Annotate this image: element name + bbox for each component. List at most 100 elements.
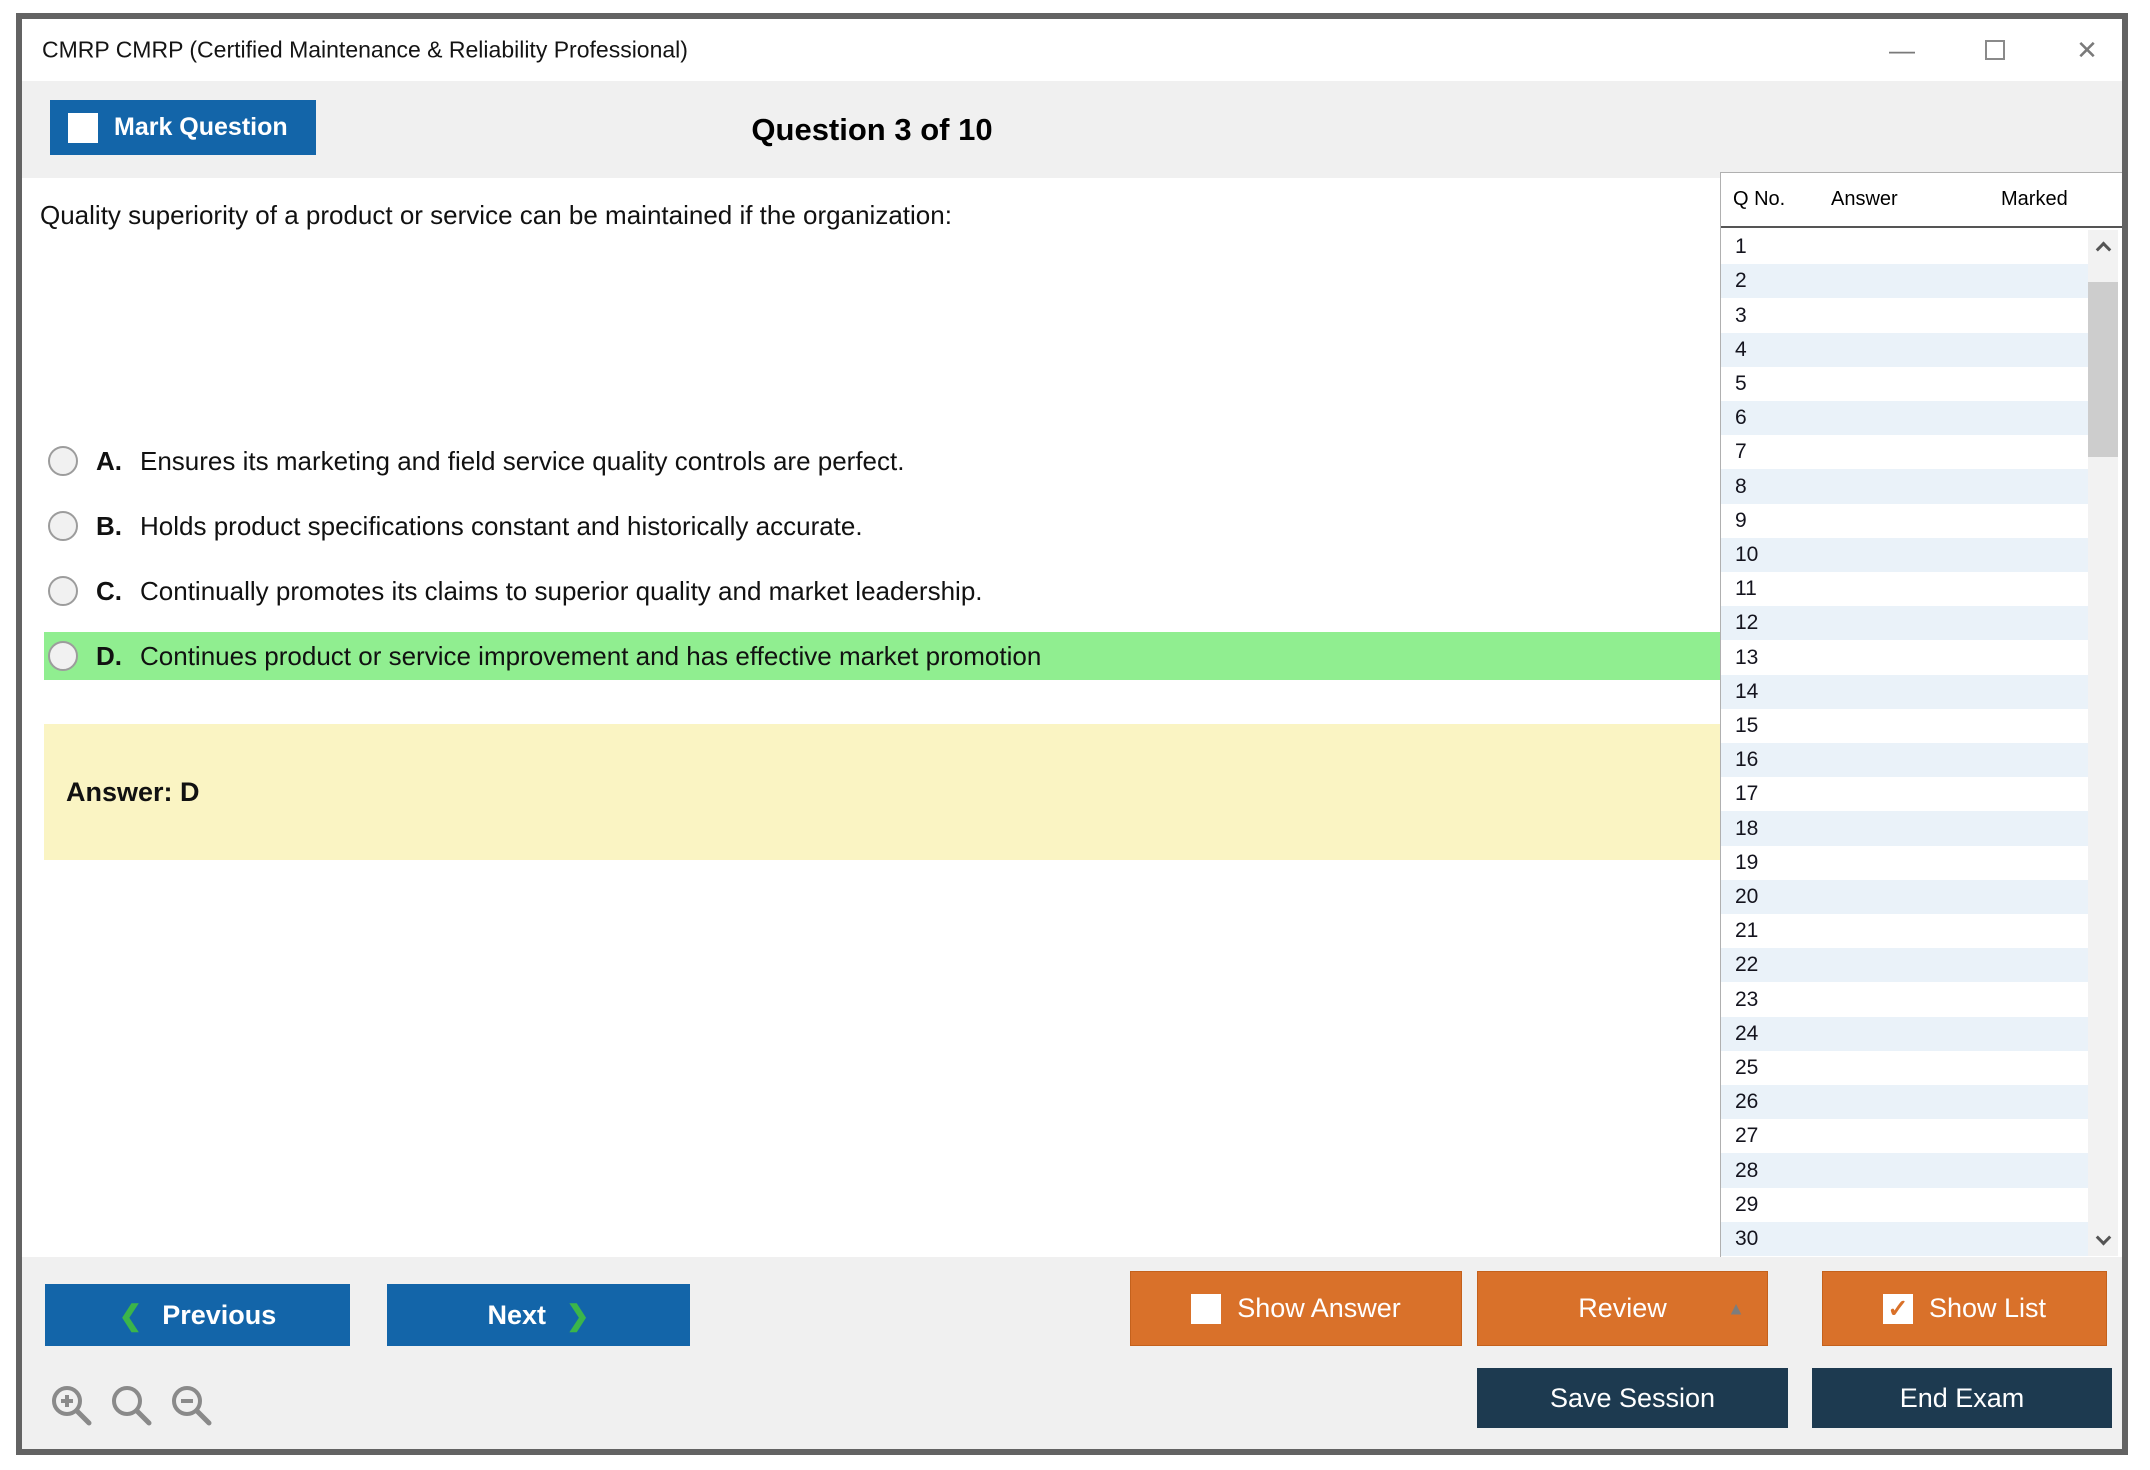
question-list-row[interactable]: 22	[1721, 948, 2089, 983]
question-list-row[interactable]: 25	[1721, 1051, 2089, 1085]
close-button[interactable]: ✕	[2052, 19, 2122, 81]
option-text: Holds product specifications constant an…	[140, 510, 863, 541]
question-list-row[interactable]: 6	[1721, 401, 2089, 436]
question-list-cell: 5	[1735, 371, 1747, 395]
next-button[interactable]: Next ❯	[387, 1284, 690, 1346]
scrollbar-thumb[interactable]	[2088, 282, 2118, 457]
show-list-button[interactable]: ✓ Show List	[1822, 1271, 2107, 1346]
maximize-button[interactable]	[1960, 19, 2030, 81]
option-text: Continues product or service improvement…	[140, 640, 1042, 671]
radio-option-a[interactable]	[48, 446, 78, 476]
zoom-in-icon[interactable]	[48, 1382, 94, 1428]
question-list-cell: 15	[1735, 713, 1759, 737]
question-list-row[interactable]: 21	[1721, 914, 2089, 948]
question-list-row[interactable]: 24	[1721, 1016, 2089, 1051]
question-list-row[interactable]: 17	[1721, 777, 2089, 811]
chevron-right-icon: ❯	[566, 1299, 590, 1331]
show-answer-button[interactable]: Show Answer	[1130, 1271, 1462, 1346]
question-list-row[interactable]: 30	[1721, 1221, 2089, 1256]
question-list-row[interactable]: 7	[1721, 435, 2089, 469]
end-exam-button[interactable]: End Exam	[1812, 1368, 2112, 1428]
question-list-row[interactable]: 2	[1721, 264, 2089, 299]
show-list-label: Show List	[1928, 1293, 2047, 1323]
column-header-qno: Q No.	[1733, 188, 1786, 210]
question-list-row[interactable]: 10	[1721, 537, 2089, 573]
option-row-a[interactable]: A. Ensures its marketing and field servi…	[44, 437, 1720, 485]
question-list-row[interactable]: 9	[1721, 504, 2089, 538]
footer-bar: ❮ Previous Next ❯ Show Answer Review ▲ ✓…	[22, 1257, 2122, 1449]
title-bar: CMRP CMRP (Certified Maintenance & Relia…	[22, 19, 2122, 81]
question-list-cell: 26	[1735, 1090, 1759, 1114]
zoom-icon[interactable]	[108, 1382, 154, 1428]
question-list-cell: 9	[1735, 508, 1747, 532]
next-label: Next	[487, 1299, 547, 1330]
question-list-cell: 12	[1735, 611, 1759, 635]
chevron-up-icon	[2095, 241, 2111, 257]
toolbar: Mark Question Question 3 of 10	[22, 81, 2122, 178]
question-list-row[interactable]: 18	[1721, 811, 2089, 846]
question-list-row[interactable]: 1	[1721, 230, 2089, 264]
question-list-cell: 7	[1735, 440, 1747, 464]
question-list-panel: Q No. Answer Marked 1 2 3 4 5 6 7 8 9 10 11 12 13 14 1…	[1720, 172, 2122, 1261]
option-letter: A.	[96, 445, 122, 476]
answer-box: Answer: D	[44, 724, 1720, 860]
option-letter: D.	[96, 640, 122, 671]
question-list-row[interactable]: 13	[1721, 640, 2089, 674]
question-list-row[interactable]: 4	[1721, 332, 2089, 367]
question-list-row[interactable]: 27	[1721, 1119, 2089, 1153]
question-list-cell: 8	[1735, 474, 1747, 498]
review-button[interactable]: Review ▲	[1477, 1271, 1768, 1346]
show-list-checkbox[interactable]: ✓	[1882, 1293, 1913, 1324]
question-list-cell: 3	[1735, 303, 1747, 327]
question-list-row[interactable]: 14	[1721, 674, 2089, 709]
option-letter: B.	[96, 510, 122, 541]
question-list-row[interactable]: 8	[1721, 469, 2089, 504]
option-row-b[interactable]: B. Holds product specifications constant…	[44, 502, 1720, 550]
option-text: Continually promotes its claims to super…	[140, 575, 983, 606]
option-row-d[interactable]: D. Continues product or service improvem…	[44, 632, 1720, 680]
question-list-row[interactable]: 15	[1721, 709, 2089, 743]
zoom-controls	[48, 1382, 214, 1428]
question-list-row[interactable]: 19	[1721, 846, 2089, 880]
scroll-down-button[interactable]	[2088, 1224, 2118, 1256]
radio-option-c[interactable]	[48, 576, 78, 606]
question-list-row[interactable]: 3	[1721, 298, 2089, 332]
previous-button[interactable]: ❮ Previous	[45, 1284, 350, 1346]
question-counter: Question 3 of 10	[751, 111, 993, 147]
question-list-row[interactable]: 12	[1721, 606, 2089, 641]
question-list-cell: 18	[1735, 816, 1759, 840]
chevron-down-icon	[2095, 1229, 2111, 1245]
close-icon: ✕	[2076, 34, 2098, 65]
question-list-cell: 28	[1735, 1158, 1759, 1182]
question-list-row[interactable]: 5	[1721, 367, 2089, 401]
question-list-scrollbar[interactable]	[2088, 230, 2118, 1256]
question-list-body: 1 2 3 4 5 6 7 8 9 10 11 12 13 14 15 16 17 18 19 20 21 22 23 24 2…	[1721, 230, 2089, 1256]
chevron-left-icon: ❮	[118, 1299, 143, 1331]
option-row-c[interactable]: C. Continually promotes its claims to su…	[44, 567, 1720, 615]
question-list-cell: 16	[1735, 748, 1759, 772]
zoom-out-icon[interactable]	[168, 1382, 214, 1428]
question-list-row[interactable]: 29	[1721, 1188, 2089, 1222]
app-window: CMRP CMRP (Certified Maintenance & Relia…	[16, 13, 2128, 1455]
save-session-button[interactable]: Save Session	[1477, 1368, 1788, 1428]
question-list-row[interactable]: 23	[1721, 982, 2089, 1016]
question-list-cell: 13	[1735, 645, 1759, 669]
caret-up-icon: ▲	[1727, 1298, 1745, 1318]
scroll-up-button[interactable]	[2088, 230, 2118, 262]
option-letter: C.	[96, 575, 122, 606]
answer-label: Answer: D	[66, 776, 200, 807]
question-list-row[interactable]: 28	[1721, 1153, 2089, 1188]
question-list-row[interactable]: 11	[1721, 572, 2089, 606]
column-header-answer: Answer	[1831, 188, 1898, 210]
radio-option-d[interactable]	[48, 641, 78, 671]
question-list-row[interactable]: 20	[1721, 879, 2089, 915]
question-list-cell: 4	[1735, 337, 1747, 361]
review-label: Review	[1578, 1293, 1667, 1323]
minimize-button[interactable]: —	[1867, 19, 1937, 81]
radio-option-b[interactable]	[48, 511, 78, 541]
question-list-row[interactable]: 26	[1721, 1085, 2089, 1120]
show-answer-checkbox[interactable]	[1191, 1293, 1222, 1324]
save-session-label: Save Session	[1549, 1382, 1716, 1413]
question-list-row[interactable]: 16	[1721, 743, 2089, 778]
question-list-header: Q No. Answer Marked	[1721, 173, 2122, 228]
